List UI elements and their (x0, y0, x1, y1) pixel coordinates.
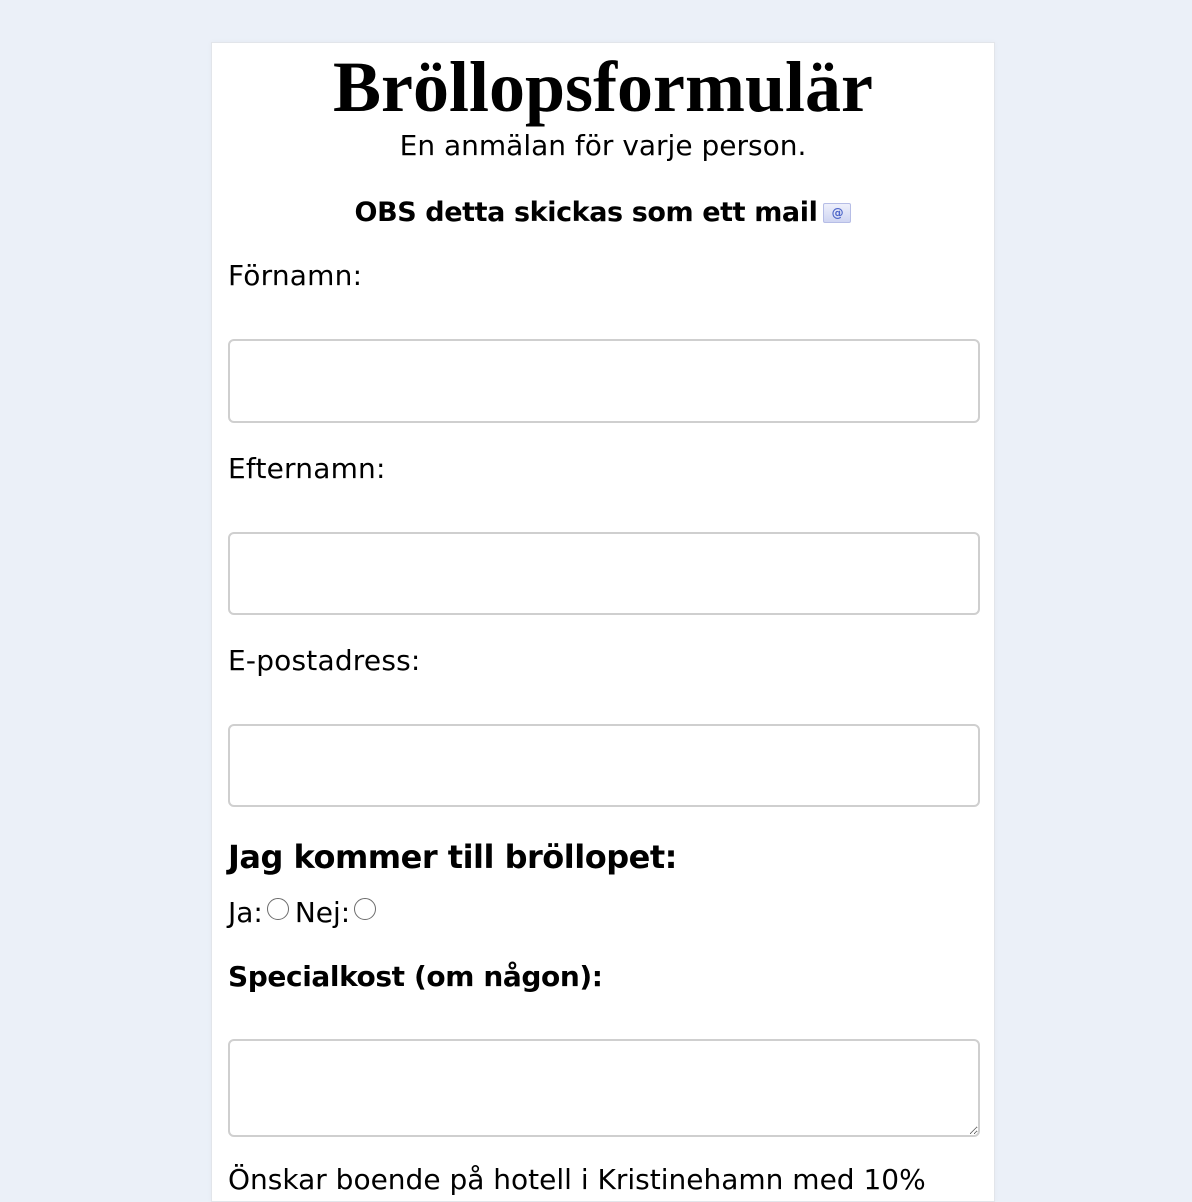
attending-heading: Jag kommer till bröllopet: (228, 838, 677, 876)
attending-options: Ja: Nej: (228, 895, 382, 930)
attending-no-label: Nej: (294, 896, 351, 929)
email-label: E-postadress: (228, 644, 421, 677)
form-card: Bröllopsformulär En anmälan för varje pe… (211, 42, 995, 1202)
attending-no-radio[interactable] (354, 898, 377, 920)
diet-heading: Specialkost (om någon): (228, 960, 603, 993)
first-name-input[interactable] (228, 339, 980, 423)
email-icon (823, 203, 852, 223)
email-input[interactable] (228, 724, 980, 807)
first-name-label: Förnamn: (228, 259, 363, 292)
diet-textarea[interactable] (228, 1039, 980, 1137)
attending-yes-label: Ja: (228, 896, 263, 929)
attending-yes-radio[interactable] (266, 898, 289, 920)
last-name-label: Efternamn: (228, 452, 386, 485)
email-notice: OBS detta skickas som ett mail (212, 196, 994, 230)
page-subtitle: En anmälan för varje person. (399, 129, 807, 162)
page-title: Bröllopsformulär (333, 47, 873, 127)
last-name-input[interactable] (228, 532, 980, 615)
hotel-text: Önskar boende på hotell i Kristinehamn m… (228, 1163, 926, 1196)
email-notice-text: OBS detta skickas som ett mail (354, 197, 818, 228)
